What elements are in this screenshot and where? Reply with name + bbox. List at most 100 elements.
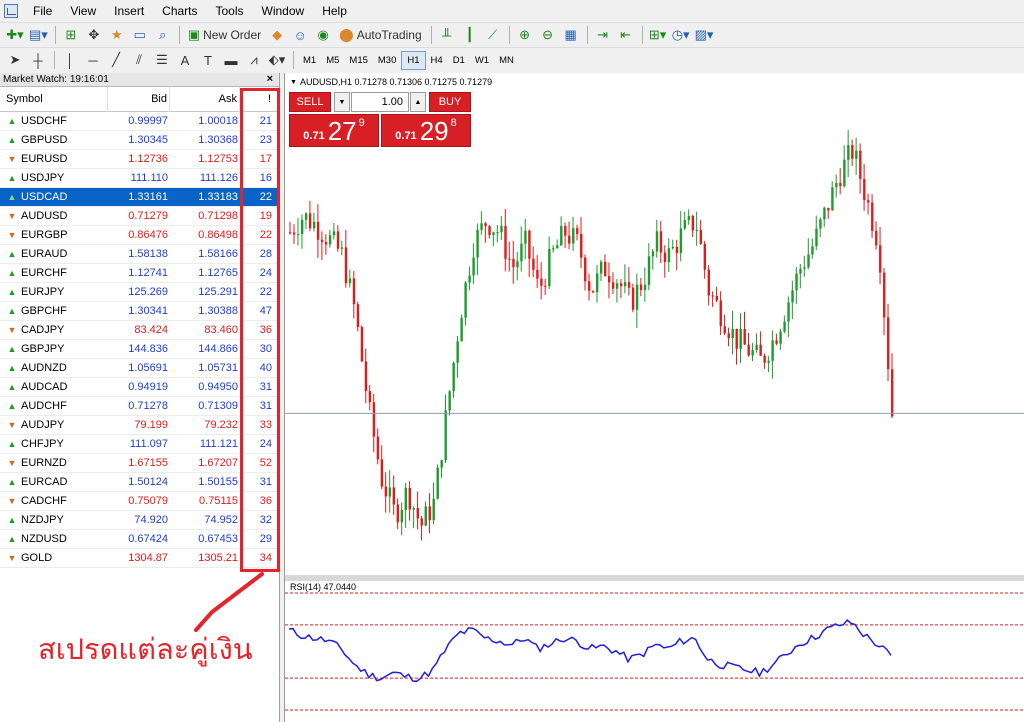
timeframe-d1[interactable]: D1: [448, 51, 470, 70]
zoom-out-icon[interactable]: ⊖: [537, 25, 559, 46]
fibonacci-icon[interactable]: ☰: [151, 50, 173, 71]
menu-file[interactable]: File: [24, 0, 61, 22]
trendline-icon[interactable]: ╱: [105, 50, 127, 71]
timeframe-m15[interactable]: M15: [344, 51, 372, 70]
candle-body: [492, 232, 495, 235]
new-chart-icon[interactable]: ✚▾: [4, 25, 26, 46]
menu-charts[interactable]: Charts: [153, 0, 206, 22]
table-row[interactable]: ▲ GBPCHF 1.30341 1.30388 47: [0, 302, 279, 321]
menu-window[interactable]: Window: [253, 0, 314, 22]
lot-size-input[interactable]: 1.00: [351, 92, 409, 112]
candle-body: [835, 182, 838, 188]
table-row[interactable]: ▼ AUDJPY 79.199 79.232 33: [0, 416, 279, 435]
spread-cell: 31: [259, 400, 272, 412]
line-chart-icon[interactable]: ⟋: [482, 25, 504, 46]
timeframe-m1[interactable]: M1: [298, 51, 321, 70]
market-watch-icon[interactable]: ⊞: [60, 25, 82, 46]
candlestick-chart-icon[interactable]: ┃: [459, 25, 481, 46]
cursor-icon[interactable]: ➤: [4, 50, 26, 71]
terminal-icon[interactable]: ▭: [129, 25, 151, 46]
table-row[interactable]: ▼ EURNZD 1.67155 1.67207 52: [0, 454, 279, 473]
metaeditor-icon[interactable]: ◆: [266, 25, 288, 46]
table-row[interactable]: ▼ EURGBP 0.86476 0.86498 22: [0, 226, 279, 245]
navigator-icon[interactable]: ★: [106, 25, 128, 46]
table-row[interactable]: ▲ USDCAD 1.33161 1.33183 22: [0, 188, 279, 207]
arrows-icon[interactable]: ⬖▾: [266, 50, 288, 71]
profiles-icon[interactable]: ▤▾: [27, 25, 50, 46]
candle-body: [444, 410, 447, 461]
community-icon[interactable]: ☺: [289, 25, 311, 46]
strategy-tester-icon[interactable]: ⌕: [152, 25, 174, 46]
indicators-icon[interactable]: ⊞▾: [647, 25, 669, 46]
price-chart[interactable]: [285, 73, 1024, 722]
close-icon[interactable]: ×: [267, 73, 273, 86]
signals-icon[interactable]: ◉: [312, 25, 334, 46]
table-row[interactable]: ▲ EURCHF 1.12741 1.12765 24: [0, 264, 279, 283]
table-row[interactable]: ▲ AUDNZD 1.05691 1.05731 40: [0, 359, 279, 378]
sell-price[interactable]: 0.71 27 9: [289, 114, 379, 147]
candle-body: [771, 340, 774, 361]
shape-icon[interactable]: ▬: [220, 50, 242, 71]
new-order-button[interactable]: ▣ New Order: [184, 25, 265, 46]
horizontal-line-icon[interactable]: ─: [82, 50, 104, 71]
bid-cell: 1.30345: [128, 134, 168, 146]
table-row[interactable]: ▲ GBPJPY 144.836 144.866 30: [0, 340, 279, 359]
menu-insert[interactable]: Insert: [105, 0, 153, 22]
timeframe-mn[interactable]: MN: [494, 51, 519, 70]
table-row[interactable]: ▲ AUDCAD 0.94919 0.94950 31: [0, 378, 279, 397]
table-row[interactable]: ▼ CADCHF 0.75079 0.75115 36: [0, 492, 279, 511]
bid-cell: 1.67155: [128, 457, 168, 469]
bar-chart-icon[interactable]: ╨: [436, 25, 458, 46]
lot-increase-icon[interactable]: ▲: [410, 92, 426, 112]
sell-button[interactable]: SELL: [289, 92, 331, 112]
auto-scroll-icon[interactable]: ⇥: [592, 25, 614, 46]
table-row[interactable]: ▲ EURJPY 125.269 125.291 22: [0, 283, 279, 302]
text-icon[interactable]: A: [174, 50, 196, 71]
fibo-fan-icon[interactable]: ⩘: [243, 50, 265, 71]
channel-icon[interactable]: ⫽: [128, 50, 150, 71]
table-row[interactable]: ▼ CADJPY 83.424 83.460 36: [0, 321, 279, 340]
table-row[interactable]: ▲ NZDJPY 74.920 74.952 32: [0, 511, 279, 530]
table-row[interactable]: ▼ GOLD 1304.87 1305.21 34: [0, 549, 279, 568]
table-row[interactable]: ▲ EURCAD 1.50124 1.50155 31: [0, 473, 279, 492]
templates-icon[interactable]: ▨▾: [693, 25, 716, 46]
chart-shift-icon[interactable]: ⇤: [615, 25, 637, 46]
candle-body: [289, 232, 292, 234]
timeframe-m30[interactable]: M30: [373, 51, 401, 70]
table-row[interactable]: ▲ AUDCHF 0.71278 0.71309 31: [0, 397, 279, 416]
zoom-in-icon[interactable]: ⊕: [514, 25, 536, 46]
menu-view[interactable]: View: [61, 0, 105, 22]
autotrading-button[interactable]: ⬤ AutoTrading: [335, 25, 426, 46]
table-row[interactable]: ▲ CHFJPY 111.097 111.121 24: [0, 435, 279, 454]
table-row[interactable]: ▲ EURAUD 1.58138 1.58166 28: [0, 245, 279, 264]
table-row[interactable]: ▲ USDCHF 0.99997 1.00018 21: [0, 112, 279, 131]
timeframe-h1[interactable]: H1: [401, 50, 426, 70]
arrow-down-icon: ▼: [7, 552, 17, 563]
candle-body: [376, 436, 380, 460]
column-header-ask[interactable]: Ask: [170, 86, 240, 112]
buy-button[interactable]: BUY: [429, 92, 471, 112]
menu-help[interactable]: Help: [313, 0, 356, 22]
table-row[interactable]: ▼ EURUSD 1.12736 1.12753 17: [0, 150, 279, 169]
column-header-spread[interactable]: !: [240, 86, 278, 112]
buy-price[interactable]: 0.71 29 8: [381, 114, 471, 147]
table-row[interactable]: ▲ NZDUSD 0.67424 0.67453 29: [0, 530, 279, 549]
lot-decrease-icon[interactable]: ▼: [334, 92, 350, 112]
table-row[interactable]: ▲ GBPUSD 1.30345 1.30368 23: [0, 131, 279, 150]
column-header-symbol[interactable]: Symbol: [0, 86, 108, 112]
data-window-icon[interactable]: ✥: [83, 25, 105, 46]
menu-tools[interactable]: Tools: [207, 0, 253, 22]
table-row[interactable]: ▲ USDJPY 111.110 111.126 16: [0, 169, 279, 188]
candle-body: [775, 340, 778, 344]
timeframe-m5[interactable]: M5: [321, 51, 344, 70]
timeframe-w1[interactable]: W1: [470, 51, 494, 70]
tile-windows-icon[interactable]: ▦: [560, 25, 582, 46]
timeframe-h4[interactable]: H4: [426, 51, 448, 70]
crosshair-icon[interactable]: ┼: [27, 50, 49, 71]
text-label-icon[interactable]: T: [197, 50, 219, 71]
vertical-line-icon[interactable]: │: [59, 50, 81, 71]
bid-cell: 144.836: [128, 343, 168, 355]
periods-icon[interactable]: ◷▾: [670, 25, 692, 46]
column-header-bid[interactable]: Bid: [108, 86, 170, 112]
table-row[interactable]: ▼ AUDUSD 0.71279 0.71298 19: [0, 207, 279, 226]
